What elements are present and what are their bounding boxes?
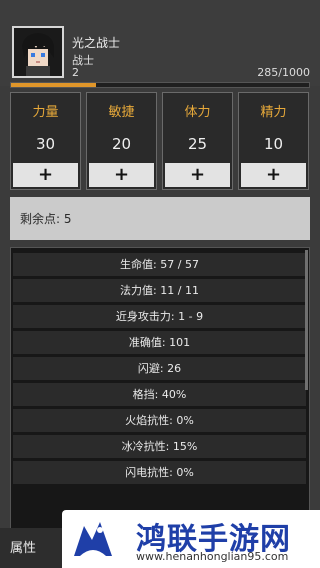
warrior-portrait-icon [14, 28, 62, 76]
watermark-url: www.henanhonglian95.com [136, 550, 289, 563]
stat-row-block: 格挡: 40% [13, 383, 306, 406]
attribute-label: 敏捷 [108, 105, 135, 120]
stat-row-melee-damage: 近身攻击力: 1 - 9 [13, 305, 306, 328]
attribute-card-vitality: 体力 25 + [162, 92, 233, 190]
stat-row-accuracy: 准确值: 101 [13, 331, 306, 354]
remaining-points-text: 剩余点: 5 [20, 212, 72, 226]
watermark-logo-icon [74, 522, 112, 556]
stat-row-fire-resist: 火焰抗性: 0% [13, 409, 306, 432]
remaining-points-panel: 剩余点: 5 [10, 197, 310, 240]
add-vitality-button[interactable]: + [165, 163, 230, 187]
attribute-card-energy: 精力 10 + [238, 92, 309, 190]
add-strength-button[interactable]: + [13, 163, 78, 187]
stat-row-mana: 法力值: 11 / 11 [13, 279, 306, 302]
attribute-value: 30 [35, 135, 56, 153]
experience-bar [10, 82, 310, 88]
attribute-card-strength: 力量 30 + [10, 92, 81, 190]
attribute-value: 10 [263, 135, 284, 153]
add-energy-button[interactable]: + [241, 163, 306, 187]
stat-row-life: 生命值: 57 / 57 [13, 253, 306, 276]
watermark: 鸿联手游网 www.henanhonglian95.com [62, 510, 320, 568]
character-name: 光之战士 [72, 36, 121, 50]
attribute-value: 20 [111, 135, 132, 153]
attribute-label: 精力 [260, 105, 287, 120]
attribute-label: 体力 [184, 105, 211, 120]
add-dexterity-button[interactable]: + [89, 163, 154, 187]
stats-scrollbar[interactable] [305, 250, 308, 390]
character-portrait[interactable] [12, 26, 64, 78]
character-header: 光之战士 战士 2 285/1000 [0, 0, 320, 86]
experience-bar-fill [11, 83, 96, 87]
attribute-label: 力量 [32, 105, 59, 120]
attribute-cards: 力量 30 + 敏捷 20 + 体力 25 + 精力 10 + [10, 92, 310, 190]
attribute-card-dexterity: 敏捷 20 + [86, 92, 157, 190]
stat-row-cold-resist: 冰冷抗性: 15% [13, 435, 306, 458]
tab-attributes[interactable]: 属性 [10, 537, 36, 556]
experience-text: 285/1000 [257, 66, 310, 79]
stats-list[interactable]: 生命值: 57 / 57 法力值: 11 / 11 近身攻击力: 1 - 9 准… [10, 247, 310, 532]
character-level: 2 [72, 66, 79, 79]
stat-row-dodge: 闪避: 26 [13, 357, 306, 380]
attribute-value: 25 [187, 135, 208, 153]
stat-row-lightning-resist: 闪电抗性: 0% [13, 461, 306, 484]
